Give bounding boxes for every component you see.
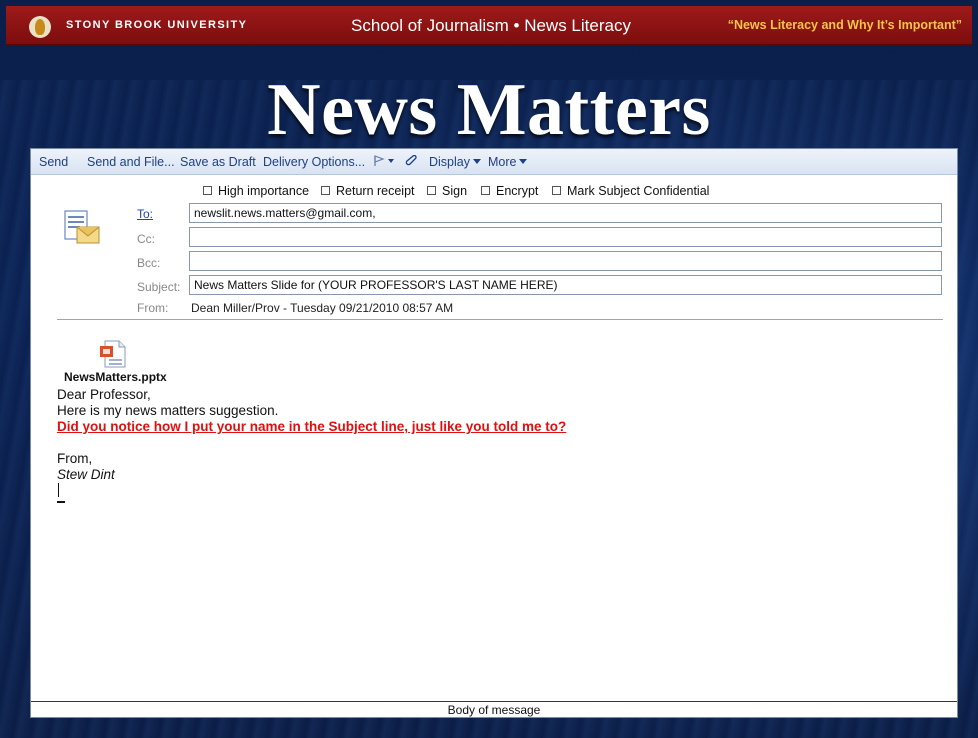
university-name: STONY BROOK UNIVERSITY xyxy=(66,19,248,31)
sign-checkbox[interactable] xyxy=(427,186,436,195)
body-closing: From, xyxy=(57,451,93,466)
high-importance-checkbox[interactable] xyxy=(203,186,212,195)
subject-field[interactable]: News Matters Slide for (YOUR PROFESSOR'S… xyxy=(189,275,942,295)
bcc-field[interactable] xyxy=(189,251,942,271)
to-label[interactable]: To: xyxy=(137,207,153,221)
message-body[interactable]: Dear Professor, Here is my news matters … xyxy=(57,387,566,503)
sign-label: Sign xyxy=(442,184,468,198)
school-name: School of Journalism • News Literacy xyxy=(351,16,631,35)
send-and-file-button[interactable]: Send and File... xyxy=(87,155,175,169)
cc-label: Cc: xyxy=(137,232,155,246)
high-importance-option[interactable]: High importance xyxy=(203,184,309,198)
return-receipt-label: Return receipt xyxy=(336,184,415,198)
bcc-label: Bcc: xyxy=(137,256,161,270)
subject-label: Subject: xyxy=(137,280,181,294)
attach-paperclip-icon[interactable] xyxy=(405,154,419,171)
to-field[interactable]: newslit.news.matters@gmail.com, xyxy=(189,203,942,223)
high-importance-label: High importance xyxy=(218,184,310,198)
cc-field[interactable] xyxy=(189,227,942,247)
chevron-down-icon xyxy=(473,159,481,164)
body-line-1: Here is my news matters suggestion. xyxy=(57,403,279,418)
body-signature: Stew Dint xyxy=(57,467,115,482)
header-bar: STONY BROOK UNIVERSITY School of Journal… xyxy=(6,6,972,46)
mark-confidential-label: Mark Subject Confidential xyxy=(567,184,710,198)
encrypt-checkbox[interactable] xyxy=(481,186,490,195)
display-label: Display xyxy=(429,155,470,169)
status-bar: Body of message xyxy=(31,701,957,717)
from-value: Dean Miller/Prov - Tuesday 09/21/2010 08… xyxy=(191,301,454,315)
body-highlight-line: Did you notice how I put your name in th… xyxy=(57,419,567,434)
slide-title: News Matters xyxy=(267,69,711,151)
university-logo-icon xyxy=(29,16,51,38)
more-label: More xyxy=(488,155,517,169)
send-button[interactable]: Send xyxy=(39,155,68,169)
encrypt-label: Encrypt xyxy=(496,184,539,198)
body-greeting: Dear Professor, xyxy=(57,387,151,402)
encrypt-option[interactable]: Encrypt xyxy=(481,184,538,198)
pptx-file-icon[interactable] xyxy=(99,339,129,369)
sign-option[interactable]: Sign xyxy=(427,184,467,198)
return-receipt-option[interactable]: Return receipt xyxy=(321,184,415,198)
mark-confidential-option[interactable]: Mark Subject Confidential xyxy=(552,184,709,198)
save-as-draft-button[interactable]: Save as Draft xyxy=(180,155,256,169)
underscore-mark xyxy=(57,501,65,503)
header-separator xyxy=(57,319,943,320)
return-receipt-checkbox[interactable] xyxy=(321,186,330,195)
from-label: From: xyxy=(137,301,169,315)
chevron-down-icon xyxy=(519,159,528,164)
mark-confidential-checkbox[interactable] xyxy=(552,186,561,195)
email-compose-window: Send Send and File... Save as Draft Deli… xyxy=(30,148,958,718)
email-toolbar: Send Send and File... Save as Draft Deli… xyxy=(31,149,957,175)
attachment-filename[interactable]: NewsMatters.pptx xyxy=(64,370,167,384)
delivery-options-button[interactable]: Delivery Options... xyxy=(263,155,365,169)
follow-up-flag-icon[interactable] xyxy=(373,155,395,170)
header-tagline: “News Literacy and Why It’s Important” xyxy=(727,18,962,32)
display-menu[interactable]: Display xyxy=(429,155,481,169)
memo-envelope-icon xyxy=(63,209,103,247)
more-menu[interactable]: More xyxy=(488,155,528,169)
text-cursor xyxy=(58,483,59,497)
